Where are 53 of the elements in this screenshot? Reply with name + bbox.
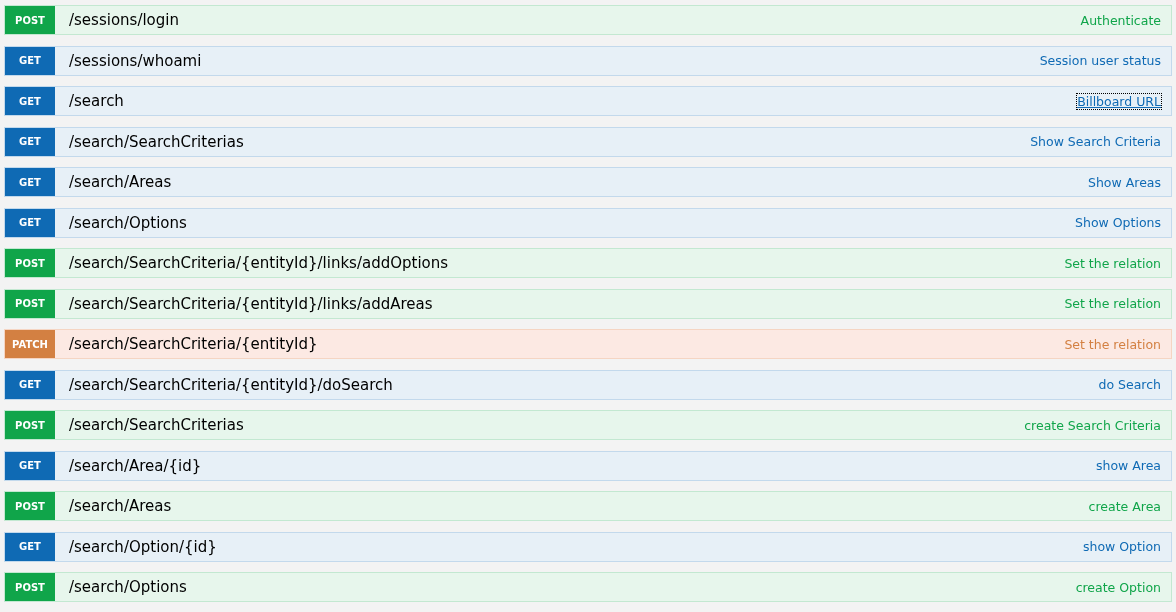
operation-row[interactable]: POST /search/Options create Option [4,572,1172,602]
operation-row[interactable]: GET /search/Area/{id} show Area [4,450,1172,481]
endpoint-path[interactable]: /search/SearchCriteria/{entityId}/doSearch [69,375,1099,394]
operation-row[interactable]: POST /sessions/login Authenticate [4,5,1172,35]
summary-link[interactable]: Billboard URL [1077,93,1161,109]
endpoint-path[interactable]: /search/Options [69,213,1076,232]
method-badge: GET [5,127,55,156]
method-badge: GET [5,46,55,75]
summary-link[interactable]: Show Options [1075,215,1161,230]
operation-row[interactable]: POST /search/SearchCriterias create Search Criteria [4,410,1172,440]
endpoint-path[interactable]: /search/Areas [69,173,1088,191]
endpoint-path[interactable]: /search/SearchCriteria/{entityId} [69,335,1065,353]
endpoint-path[interactable]: /search/Option/{id} [69,537,1083,556]
method-badge: POST [5,289,55,318]
method-badge: GET [5,451,55,480]
method-badge: POST [5,573,55,601]
summary-link[interactable]: show Option [1083,539,1161,554]
summary-link[interactable]: Session user status [1039,53,1161,68]
summary-link[interactable]: Show Areas [1088,174,1161,190]
method-badge: GET [5,87,55,115]
method-badge: GET [5,532,55,561]
summary-link[interactable]: show Area [1095,458,1161,473]
endpoint-path[interactable]: /search/SearchCriteria/{entityId}/links/addOptions [69,254,1065,272]
operation-row[interactable]: POST /search/SearchCriteria/{entityId}/links/addOptions Set the relation [4,248,1172,278]
endpoint-path[interactable]: /sessions/whoami [69,51,1040,70]
method-badge: PATCH [5,330,55,358]
endpoint-path[interactable]: /search/SearchCriterias [69,416,1025,434]
method-badge: POST [5,249,55,277]
method-badge: GET [5,208,55,237]
operation-row[interactable]: GET /sessions/whoami Session user status [4,45,1172,76]
method-badge: POST [5,6,55,34]
method-badge: GET [5,168,55,196]
endpoint-path[interactable]: /search [69,92,1078,110]
operation-row[interactable]: GET /search/Option/{id} show Option [4,531,1172,562]
operation-row[interactable]: GET /search/Areas Show Areas [4,167,1172,197]
operation-row[interactable]: GET /search/SearchCriteria/{entityId}/doSearch do Search [4,369,1172,400]
endpoint-path[interactable]: /search/Areas [69,497,1089,515]
summary-link[interactable]: Show Search Criteria [1030,134,1161,149]
method-badge: GET [5,370,55,399]
operation-row[interactable]: POST /search/SearchCriteria/{entityId}/links/addAreas Set the relation [4,288,1172,319]
method-badge: POST [5,411,55,439]
endpoint-path[interactable]: /search/SearchCriteria/{entityId}/links/addAreas [69,294,1065,313]
endpoint-path[interactable]: /search/SearchCriterias [69,132,1031,151]
operation-row[interactable]: POST /search/Areas create Area [4,491,1172,521]
endpoint-path[interactable]: /search/Options [69,578,1076,596]
endpoint-path[interactable]: /sessions/login [69,11,1081,29]
summary-link[interactable]: do Search [1098,377,1161,392]
operation-row[interactable]: GET /search Billboard URL [4,86,1172,116]
operation-row[interactable]: GET /search/Options Show Options [4,207,1172,238]
operation-row[interactable]: PATCH /search/SearchCriteria/{entityId} Set the relation [4,329,1172,359]
endpoint-path[interactable]: /search/Area/{id} [69,456,1096,475]
operation-row[interactable]: GET /search/SearchCriterias Show Search Criteria [4,126,1172,157]
method-badge: POST [5,492,55,520]
